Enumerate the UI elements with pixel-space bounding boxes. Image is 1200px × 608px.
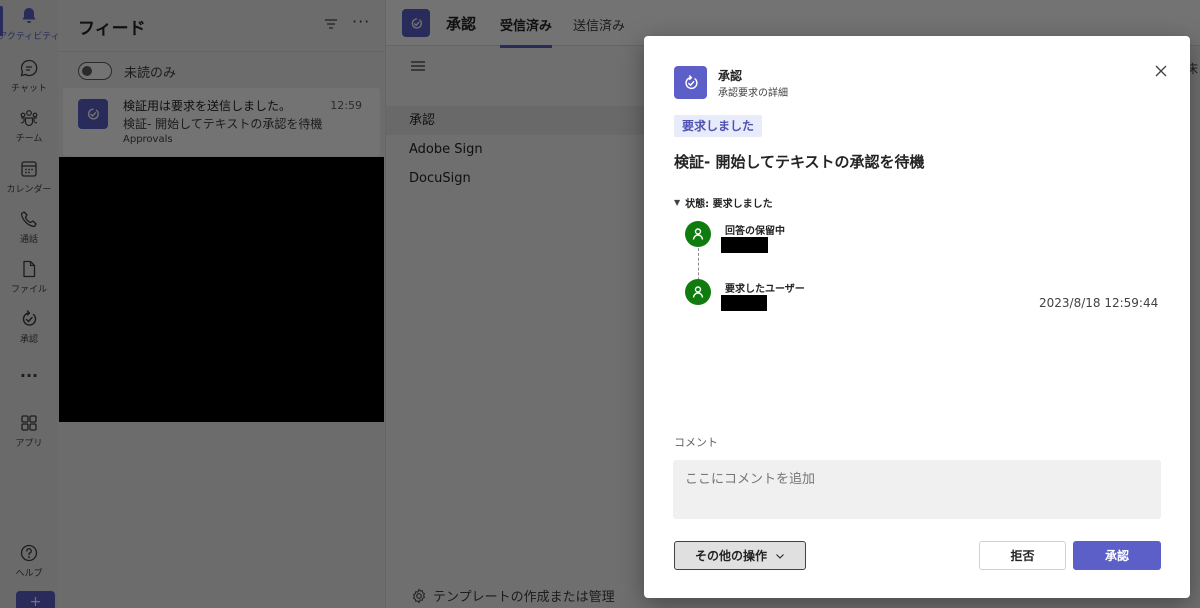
rail-label: アクティビティ	[0, 32, 60, 42]
approve-button[interactable]: 承認	[1073, 541, 1161, 570]
rail-label: ヘルプ	[15, 569, 43, 579]
help-icon	[20, 544, 38, 562]
app-rail: アクティビティ チャット チーム カレンダー 通話 ファイル 承認 ··· アプ…	[0, 0, 60, 608]
phone-icon	[20, 211, 37, 228]
feed-header: フィード ···	[58, 0, 386, 52]
rail-item-apps[interactable]: アプリ	[0, 413, 58, 463]
apps-icon	[21, 415, 37, 431]
dialog-subtitle: 承認要求の詳細	[718, 88, 788, 99]
person-icon	[692, 286, 704, 298]
rail-label: 承認	[19, 335, 38, 345]
close-icon[interactable]	[1153, 63, 1169, 79]
tab-received[interactable]: 受信済み	[500, 15, 553, 48]
gear-icon	[412, 588, 426, 603]
avatar	[685, 279, 711, 305]
status-expander[interactable]: ▼ 状態: 要求しました	[674, 195, 773, 210]
approval-details-dialog: 承認 承認要求の詳細 要求しました 検証- 開始してテキストの承認を待機 ▼ 状…	[644, 36, 1190, 598]
feed-item-source: Approvals	[123, 134, 173, 145]
file-icon	[23, 260, 36, 278]
app-title: 承認	[446, 15, 477, 33]
unread-only-toggle[interactable]	[78, 62, 112, 80]
rail-item-approvals[interactable]: 承認	[0, 309, 58, 359]
comment-input[interactable]	[673, 460, 1161, 519]
rail-item-teams[interactable]: チーム	[0, 108, 58, 158]
redacted-name	[721, 237, 768, 253]
approvals-icon	[22, 310, 37, 326]
status-label: 状態: 要求しました	[685, 199, 773, 210]
rail-item-files[interactable]: ファイル	[0, 259, 58, 309]
rail-label: ファイル	[10, 285, 47, 295]
approvals-app-icon	[402, 9, 430, 37]
avatar	[685, 221, 711, 247]
approvals-app-icon	[674, 66, 707, 99]
redacted-area	[59, 157, 384, 422]
rail-item-calendar[interactable]: カレンダー	[0, 159, 58, 209]
caret-down-icon: ▼	[674, 198, 681, 207]
bell-icon	[22, 8, 36, 23]
approval-type-list: 承認 Adobe Sign DocuSign	[386, 106, 644, 193]
other-actions-label: その他の操作	[694, 549, 767, 563]
unread-toggle-row: 未読のみ	[78, 60, 176, 82]
feed-panel: フィード ··· 未読のみ 検証用は要求を送信しました。 12:59 検証- 開…	[58, 0, 386, 608]
add-button[interactable]: +	[16, 591, 55, 608]
feed-item-time: 12:59	[330, 99, 362, 112]
hamburger-icon[interactable]	[410, 60, 426, 72]
unread-only-label: 未読のみ	[124, 65, 177, 81]
more-icon: ···	[19, 366, 39, 385]
rail-item-help[interactable]: ヘルプ	[0, 543, 58, 593]
rail-label: チャット	[11, 84, 47, 94]
teams-icon	[20, 110, 38, 127]
manage-templates-link[interactable]: テンプレートの作成または管理	[411, 586, 615, 605]
redacted-name	[721, 295, 767, 311]
approval-title: 検証- 開始してテキストの承認を待機	[674, 153, 925, 171]
rail-label: カレンダー	[6, 185, 52, 195]
list-item[interactable]: Adobe Sign	[386, 135, 644, 164]
filter-icon[interactable]	[322, 15, 340, 33]
chat-icon	[20, 59, 38, 77]
rail-more-button[interactable]: ···	[0, 366, 58, 390]
request-timestamp: 2023/8/18 12:59:44	[1039, 296, 1159, 310]
tab-sent[interactable]: 送信済み	[573, 15, 625, 34]
pending-response-label: 回答の保留中	[725, 226, 785, 237]
reject-button[interactable]: 拒否	[979, 541, 1066, 570]
feed-item-body: 検証- 開始してテキストの承認を待機	[123, 117, 323, 131]
rail-label: 通話	[19, 235, 38, 245]
rail-item-chat[interactable]: チャット	[0, 58, 58, 108]
other-actions-button[interactable]: その他の操作	[674, 541, 806, 570]
approvals-app-icon	[78, 99, 108, 129]
active-indicator	[0, 6, 3, 36]
rail-item-activity[interactable]: アクティビティ	[0, 6, 60, 56]
calendar-icon	[21, 161, 37, 177]
person-icon	[692, 228, 704, 240]
list-item[interactable]: DocuSign	[386, 164, 644, 193]
chevron-down-icon	[776, 553, 784, 559]
requester-label: 要求したユーザー	[725, 284, 805, 295]
manage-templates-label: テンプレートの作成または管理	[433, 590, 615, 605]
rail-label: チーム	[15, 134, 43, 144]
rail-item-calls[interactable]: 通話	[0, 209, 58, 259]
rail-label: アプリ	[15, 439, 43, 449]
list-item[interactable]: 承認	[386, 106, 644, 135]
status-badge: 要求しました	[674, 115, 763, 137]
comment-label: コメント	[674, 436, 718, 449]
more-options-button[interactable]: ···	[352, 12, 370, 31]
feed-item[interactable]: 検証用は要求を送信しました。 12:59 検証- 開始してテキストの承認を待機 …	[63, 88, 380, 156]
feed-title: フィード	[78, 19, 146, 39]
dialog-title: 承認	[718, 69, 743, 83]
feed-item-title: 検証用は要求を送信しました。	[123, 99, 292, 113]
